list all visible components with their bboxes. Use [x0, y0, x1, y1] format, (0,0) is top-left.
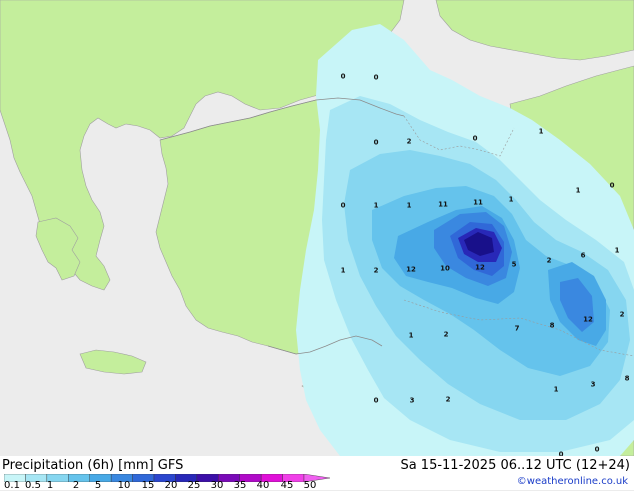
precip-value-label: 2 [443, 330, 449, 339]
precip-value-label: 2 [373, 266, 379, 275]
precip-value-label: 6 [580, 251, 586, 260]
precip-value-label: 0 [373, 138, 379, 147]
valid-datetime: Sa 15-11-2025 06..12 UTC (12+24) [400, 458, 630, 473]
map-panel: { "map": { "values": [ {"text": "0", "x"… [0, 0, 634, 491]
precipitation-map [0, 0, 634, 456]
precip-value-label: 10 [440, 264, 450, 273]
precip-value-label: 3 [590, 380, 596, 389]
precip-value-label: 1 [408, 331, 414, 340]
precip-value-label: 0 [609, 181, 615, 190]
precip-value-label: 2 [445, 395, 451, 404]
precip-value-label: 5 [511, 260, 517, 269]
precip-value-label: 11 [438, 200, 448, 209]
precip-value-label: 1 [614, 246, 620, 255]
precip-value-label: 8 [549, 321, 555, 330]
precip-value-label: 8 [624, 374, 630, 383]
precip-value-label: 1 [406, 201, 412, 210]
precip-value-label: 12 [583, 315, 593, 324]
precip-value-label: 0 [472, 134, 478, 143]
precip-value-label: 1 [508, 195, 514, 204]
precip-value-label: 12 [406, 265, 416, 274]
precip-value-label: 1 [340, 266, 346, 275]
precip-value-label: 1 [575, 186, 581, 195]
precip-value-label: 0 [340, 72, 346, 81]
precip-value-label: 2 [546, 256, 552, 265]
precip-value-label: 0 [373, 396, 379, 405]
precip-value-label: 12 [475, 263, 485, 272]
precip-value-label: 2 [619, 310, 625, 319]
precip-value-label: 1 [538, 127, 544, 136]
precip-value-label: 1 [373, 201, 379, 210]
precip-value-label: 3 [409, 396, 415, 405]
credit-link[interactable]: ©weatheronline.co.uk [517, 476, 628, 487]
footer: Precipitation (6h) [mm] GFS Sa 15-11-202… [0, 456, 634, 491]
precip-value-label: 1 [553, 385, 559, 394]
precip-value-label: 0 [373, 73, 379, 82]
precip-value-label: 0 [340, 201, 346, 210]
precip-value-label: 2 [406, 137, 412, 146]
map-title: Precipitation (6h) [mm] GFS [2, 458, 184, 473]
precip-value-label: 7 [514, 324, 520, 333]
precip-value-label: 0 [594, 445, 600, 454]
precip-value-label: 11 [473, 198, 483, 207]
